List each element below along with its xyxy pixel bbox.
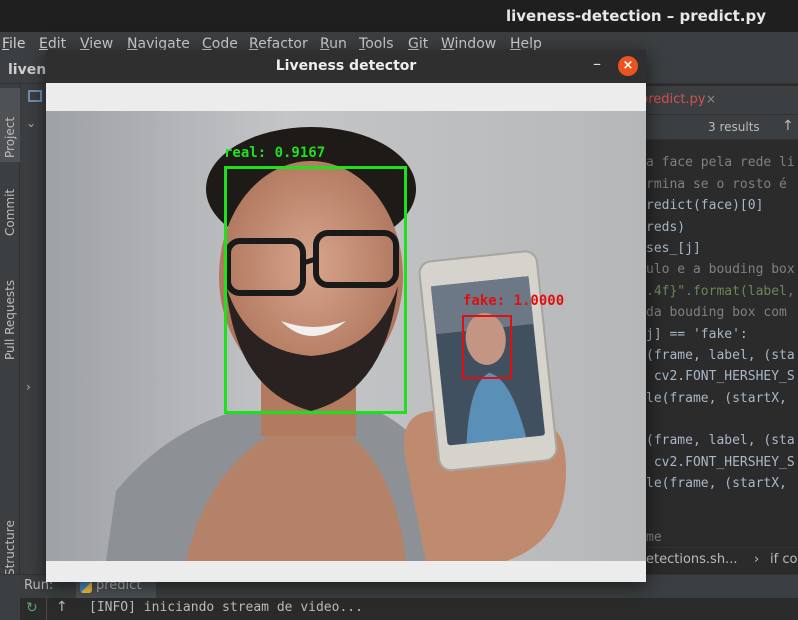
close-button[interactable]: × (618, 56, 638, 76)
left-tool-strip: Project Commit Pull Requests Structure (0, 84, 20, 576)
code-line[interactable]: reds) (646, 220, 685, 235)
scroll-up-icon[interactable]: ↑ (56, 599, 68, 615)
ide-window-title: liveness-detection – predict.py (505, 7, 766, 25)
console-divider (46, 598, 47, 620)
run-console: ↻ ↑ [INFO] iniciando stream de video... (20, 598, 798, 620)
console-output-line[interactable]: [INFO] iniciando stream de video... (89, 600, 363, 615)
rerun-icon[interactable]: ↻ (26, 600, 38, 616)
code-line[interactable]: j] == 'fake': (646, 327, 748, 342)
dialog-body: real: 0.9167 fake: 1.0000 (46, 83, 646, 582)
code-line[interactable]: rmina se o rosto é (646, 177, 787, 192)
code-line[interactable]: .4f}".format(label, (646, 284, 795, 299)
close-tab-icon[interactable]: × (706, 92, 716, 106)
ide-titlebar: liveness-detection – predict.py (0, 0, 798, 32)
tool-tab-commit[interactable]: Commit (0, 170, 20, 240)
code-line[interactable]: me (646, 530, 662, 545)
breadcrumb-separator: › (754, 552, 760, 567)
tool-tab-structure[interactable]: Structure (0, 514, 20, 578)
fake-face-bounding-box (462, 315, 512, 379)
dialog-titlebar[interactable]: Liveness detector – × (46, 50, 646, 83)
tool-tab-pull-requests-label: Pull Requests (3, 279, 17, 360)
find-results-count: 3 results (708, 120, 760, 134)
minimize-button[interactable]: – (586, 54, 608, 76)
find-bar: 3 results ↑ (630, 114, 798, 140)
code-line[interactable]: a face pela rede li (646, 155, 795, 170)
python-icon (80, 581, 92, 593)
tool-tab-project-label: Project (3, 116, 17, 158)
tool-tab-project[interactable]: Project (0, 88, 20, 162)
editor-tab-predict[interactable]: predict.py (640, 92, 706, 107)
code-line[interactable]: le(frame, (startX, (646, 391, 787, 406)
code-line[interactable]: (frame, label, (sta (646, 433, 795, 448)
code-line[interactable]: da bouding box com (646, 305, 787, 320)
previous-occurrence-icon[interactable]: ↑ (782, 118, 794, 134)
tool-tab-pull-requests[interactable]: Pull Requests (0, 254, 20, 364)
code-line[interactable]: ses_[j] (646, 241, 701, 256)
tool-tab-commit-label: Commit (3, 188, 17, 236)
code-line[interactable]: cv2.FONT_HERSHEY_S (646, 369, 795, 384)
editor-tab-row: predict.py × (630, 86, 798, 114)
liveness-detector-window: Liveness detector – × real: 0.9167 fake:… (46, 50, 646, 582)
code-line[interactable]: cv2.FONT_HERSHEY_S (646, 455, 795, 470)
breadcrumb: etections.sh... › if co (630, 547, 798, 573)
code-line[interactable]: le(frame, (startX, (646, 476, 787, 491)
code-line[interactable]: (frame, label, (sta (646, 348, 795, 363)
fake-face-label: fake: 1.0000 (463, 293, 565, 309)
collapse-chevron-icon[interactable]: ⌄ (26, 116, 36, 130)
real-face-label: real: 0.9167 (224, 145, 326, 161)
code-line[interactable]: redict(face)[0] (646, 198, 763, 213)
screen: liveness-detection – predict.py File Edi… (0, 0, 798, 620)
code-line[interactable]: ulo e a bouding box (646, 262, 795, 277)
dialog-title: Liveness detector (275, 58, 417, 74)
bottom-tool-strip (0, 598, 20, 620)
camera-frame: real: 0.9167 fake: 1.0000 (46, 111, 646, 561)
breadcrumb-item[interactable]: etections.sh... (646, 552, 737, 567)
project-view-icon[interactable] (28, 90, 42, 102)
real-face-bounding-box (224, 166, 407, 414)
expand-chevron-icon[interactable]: › (26, 380, 31, 394)
tool-tab-structure-label: Structure (3, 520, 17, 576)
menu-file[interactable]: File (2, 36, 25, 52)
breadcrumb-item[interactable]: if co (770, 552, 797, 567)
